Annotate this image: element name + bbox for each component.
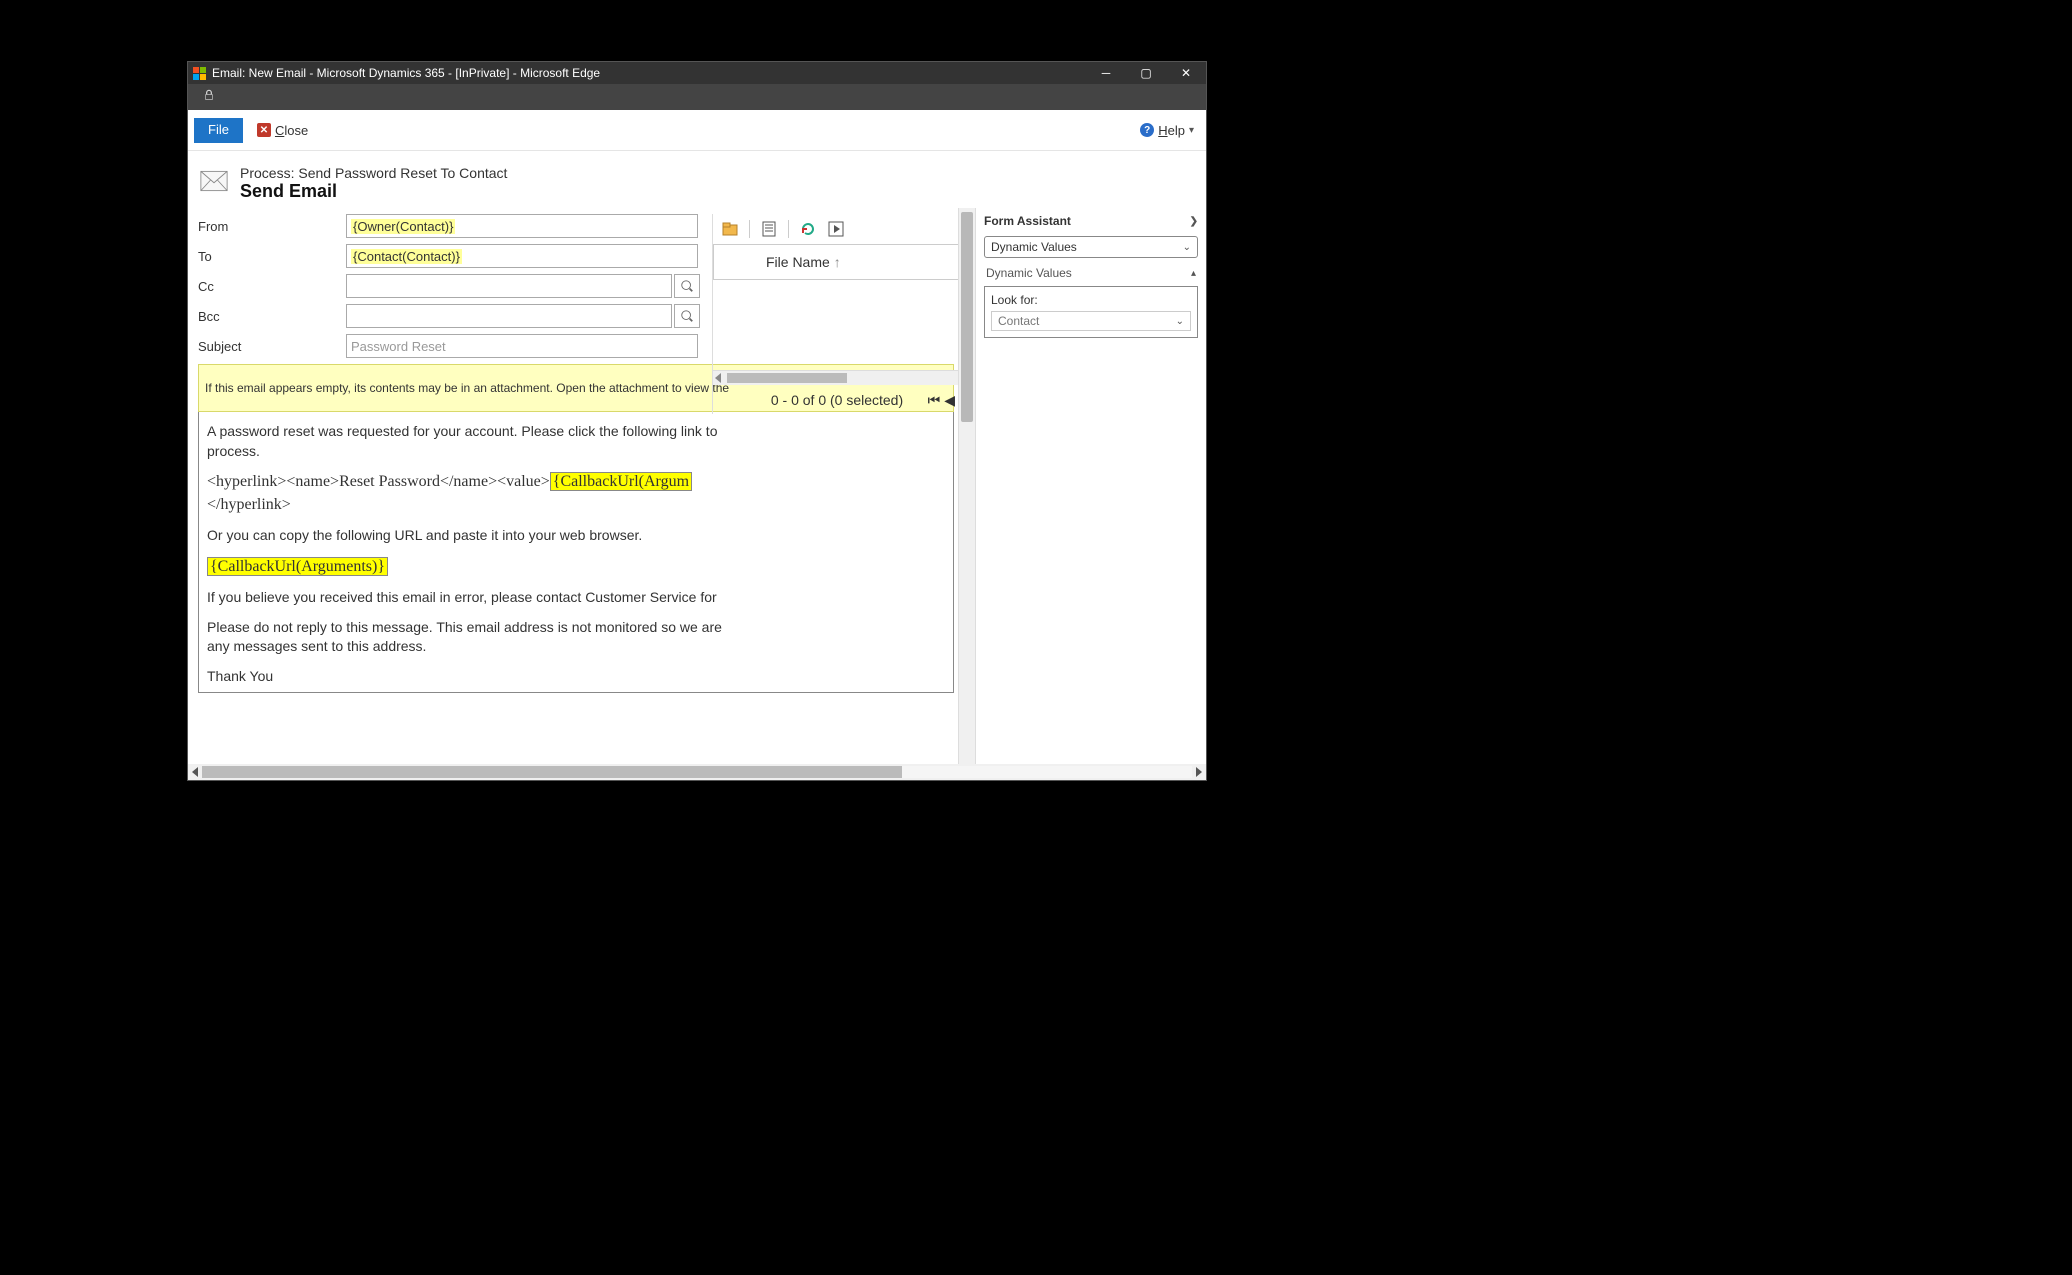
email-body[interactable]: A password reset was requested for your … xyxy=(198,412,954,693)
dynamics-logo-icon xyxy=(192,66,206,80)
attachments-list xyxy=(713,280,958,371)
subject-label: Subject xyxy=(198,339,346,354)
scroll-left-icon[interactable] xyxy=(192,767,198,777)
to-token: {Contact(Contact)} xyxy=(351,249,462,264)
window-title: Email: New Email - Microsoft Dynamics 36… xyxy=(212,66,600,80)
page-header: Process: Send Password Reset To Contact … xyxy=(188,151,1206,208)
lock-icon xyxy=(202,88,216,107)
app-window: Email: New Email - Microsoft Dynamics 36… xyxy=(188,62,1206,780)
process-label: Process: Send Password Reset To Contact xyxy=(240,165,507,181)
file-menu-button[interactable]: File xyxy=(194,118,243,143)
attachments-panel: File Name ↑ 0 - 0 of 0 (0 selected) ⏮ ◀ xyxy=(712,214,958,414)
cc-field[interactable] xyxy=(346,274,672,298)
cc-label: Cc xyxy=(198,279,346,294)
from-label: From xyxy=(198,219,346,234)
form-assistant-panel: Form Assistant ❯ Dynamic Values ⌄ Dynami… xyxy=(975,208,1206,764)
from-field[interactable]: {Owner(Contact)} xyxy=(346,214,698,238)
minimize-button[interactable]: ─ xyxy=(1086,62,1126,84)
window-hscroll[interactable] xyxy=(188,764,1206,780)
chevron-down-icon: ⌄ xyxy=(1183,242,1191,253)
chevron-down-icon: ⌄ xyxy=(1176,316,1184,327)
window-close-button[interactable]: ✕ xyxy=(1166,62,1206,84)
help-chevron-icon: ▾ xyxy=(1189,125,1194,136)
attachments-status: 0 - 0 of 0 (0 selected) xyxy=(771,392,903,408)
email-icon xyxy=(200,170,228,197)
form-assistant-title: Form Assistant xyxy=(984,214,1071,228)
sort-asc-icon: ↑ xyxy=(834,254,841,270)
assistant-mode-select[interactable]: Dynamic Values ⌄ xyxy=(984,236,1198,258)
help-icon: ? xyxy=(1140,123,1154,137)
bcc-lookup-button[interactable] xyxy=(674,304,700,328)
command-bar: File ✕ Close ? Help ▾ xyxy=(188,110,1206,151)
attachments-column-header[interactable]: File Name ↑ xyxy=(713,245,958,280)
subject-value: Password Reset xyxy=(351,339,446,354)
attach-refresh-icon[interactable] xyxy=(799,220,817,238)
lookfor-label: Look for: xyxy=(991,293,1191,307)
bcc-field[interactable] xyxy=(346,304,672,328)
to-field[interactable]: {Contact(Contact)} xyxy=(346,244,698,268)
page-prev-icon[interactable]: ◀ xyxy=(944,392,955,409)
bcc-label: Bcc xyxy=(198,309,346,324)
section-collapse-icon[interactable]: ▴ xyxy=(1191,268,1196,279)
content-vscroll[interactable] xyxy=(958,208,975,764)
cc-lookup-button[interactable] xyxy=(674,274,700,298)
page-title: Send Email xyxy=(240,181,507,202)
close-label: Close xyxy=(275,123,308,138)
attach-article-icon[interactable] xyxy=(760,220,778,238)
from-token: {Owner(Contact)} xyxy=(351,219,455,234)
subject-field[interactable]: Password Reset xyxy=(346,334,698,358)
attach-play-icon[interactable] xyxy=(827,220,845,238)
attachments-hscroll[interactable] xyxy=(713,371,958,385)
help-label: Help xyxy=(1158,123,1185,138)
form-assistant-collapse-icon[interactable]: ❯ xyxy=(1190,216,1198,227)
to-label: To xyxy=(198,249,346,264)
attach-open-icon[interactable] xyxy=(721,220,739,238)
maximize-button[interactable]: ▢ xyxy=(1126,62,1166,84)
close-button[interactable]: ✕ Close xyxy=(257,123,308,138)
close-x-icon: ✕ xyxy=(257,123,271,137)
titlebar: Email: New Email - Microsoft Dynamics 36… xyxy=(188,62,1206,84)
lookfor-select[interactable]: Contact ⌄ xyxy=(991,311,1191,331)
assistant-section-label: Dynamic Values xyxy=(986,266,1072,280)
callback-url-token: {CallbackUrl(Arguments)} xyxy=(207,557,388,576)
scroll-right-icon[interactable] xyxy=(1196,767,1202,777)
page-first-icon[interactable]: ⏮ xyxy=(928,392,941,409)
callback-url-token-inline: {CallbackUrl(Argum xyxy=(550,472,692,491)
security-bar xyxy=(188,84,1206,110)
help-button[interactable]: ? Help ▾ xyxy=(1140,123,1194,138)
